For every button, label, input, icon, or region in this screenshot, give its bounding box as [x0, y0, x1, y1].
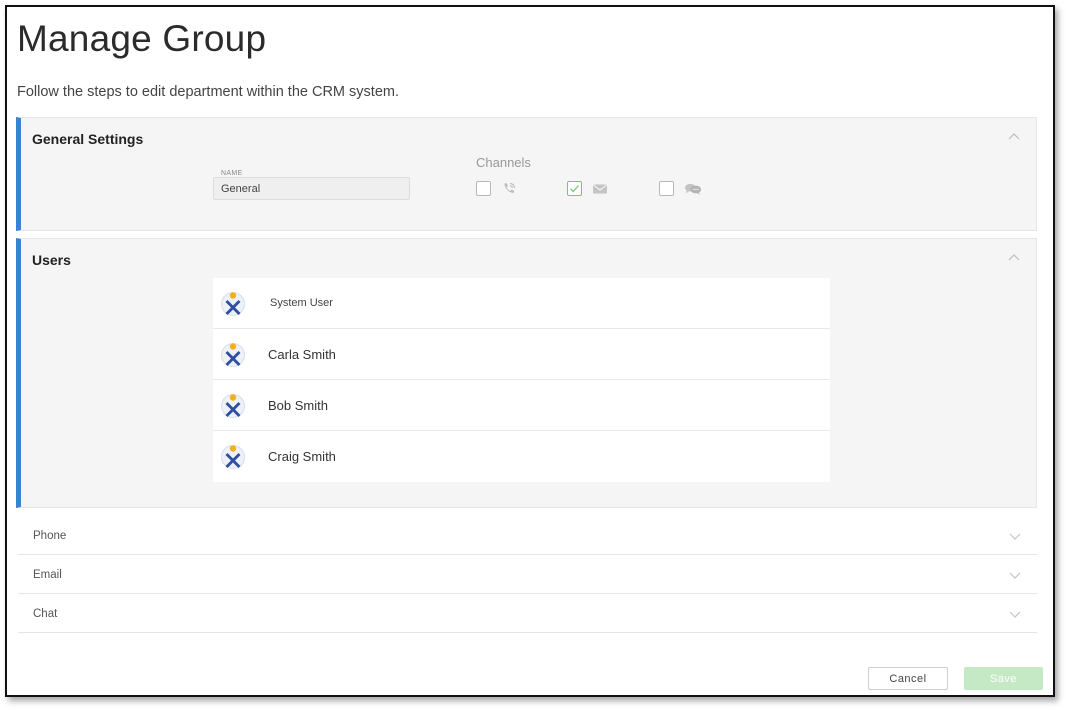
user-avatar-icon: [220, 290, 246, 316]
phone-section-label: Phone: [33, 530, 67, 542]
user-name: System User: [270, 297, 333, 309]
general-settings-panel: General Settings NAME Channels: [16, 117, 1037, 231]
chevron-up-icon[interactable]: [1008, 252, 1020, 264]
channels-title: Channels: [476, 155, 531, 170]
phone-icon: [501, 182, 519, 196]
user-avatar-icon: [220, 392, 246, 418]
user-row[interactable]: Craig Smith: [213, 431, 830, 482]
manage-group-window: Manage Group Follow the steps to edit de…: [5, 5, 1055, 697]
channel-email[interactable]: [567, 180, 610, 197]
users-list: System User Carla Smith Bob Smith Craig …: [213, 278, 830, 482]
chat-section[interactable]: Chat: [18, 594, 1037, 633]
chat-bubbles-icon: [684, 182, 702, 196]
chevron-down-icon[interactable]: [1009, 530, 1021, 542]
user-name: Bob Smith: [268, 398, 328, 413]
users-panel: Users System User Carla Smith Bob Smith …: [16, 238, 1037, 508]
save-button[interactable]: Save: [964, 667, 1043, 690]
email-section-label: Email: [33, 569, 62, 581]
channel-phone[interactable]: [476, 180, 519, 197]
email-channel-checkbox[interactable]: [567, 181, 582, 196]
chevron-up-icon[interactable]: [1008, 131, 1020, 143]
checkmark-icon: [570, 185, 579, 193]
chat-section-label: Chat: [33, 608, 58, 620]
phone-channel-checkbox[interactable]: [476, 181, 491, 196]
user-avatar-icon: [220, 341, 246, 367]
channel-chat[interactable]: [659, 180, 702, 197]
chat-channel-checkbox[interactable]: [659, 181, 674, 196]
user-name: Craig Smith: [268, 449, 336, 464]
page-title: Manage Group: [17, 18, 267, 59]
phone-section[interactable]: Phone: [18, 516, 1037, 555]
user-name: Carla Smith: [268, 347, 336, 362]
page-subtitle: Follow the steps to edit department with…: [17, 84, 399, 100]
cancel-button[interactable]: Cancel: [868, 667, 948, 690]
name-field-label: NAME: [219, 170, 245, 177]
user-avatar-icon: [220, 443, 246, 469]
user-row[interactable]: Carla Smith: [213, 329, 830, 380]
email-section[interactable]: Email: [18, 555, 1037, 594]
user-row[interactable]: System User: [213, 278, 830, 329]
name-input[interactable]: [221, 183, 401, 195]
general-settings-title[interactable]: General Settings: [32, 131, 143, 147]
user-row[interactable]: Bob Smith: [213, 380, 830, 431]
chevron-down-icon[interactable]: [1009, 608, 1021, 620]
name-field[interactable]: NAME: [213, 170, 410, 200]
chevron-down-icon[interactable]: [1009, 569, 1021, 581]
users-title[interactable]: Users: [32, 252, 71, 268]
envelope-icon: [592, 182, 610, 196]
